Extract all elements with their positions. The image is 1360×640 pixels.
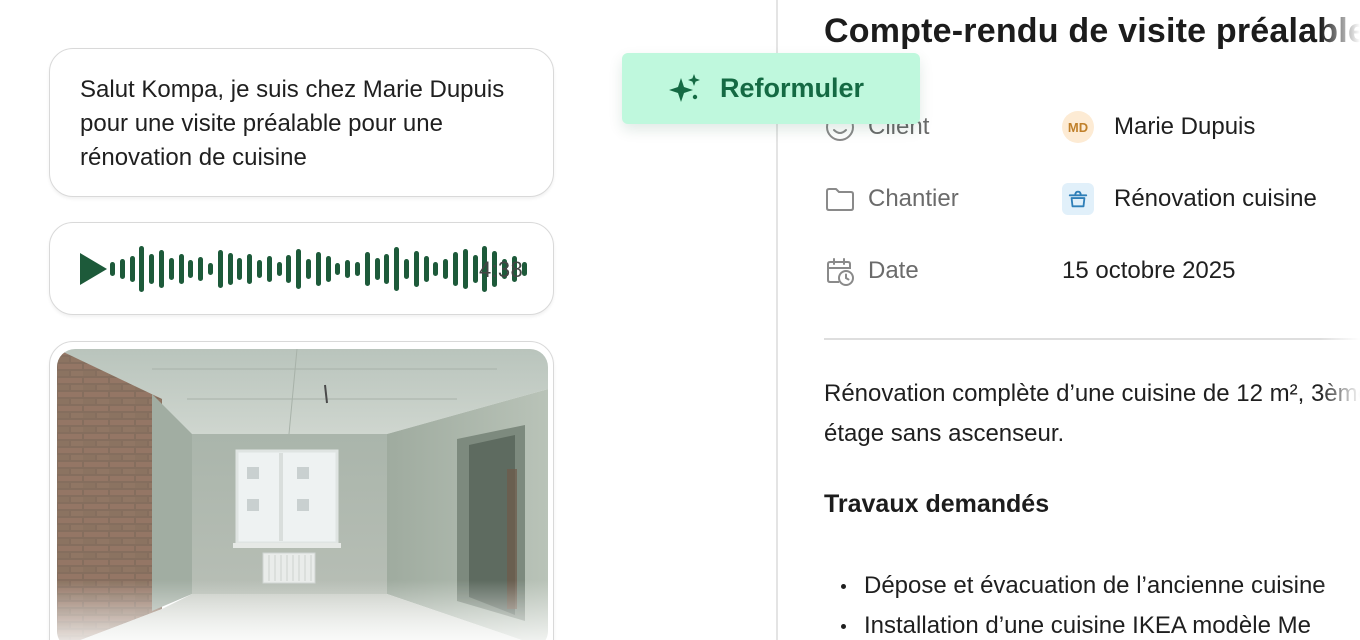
- description-text[interactable]: Rénovation complète d’une cuisine de 12 …: [824, 374, 1360, 454]
- sparkles-icon: [669, 73, 700, 102]
- waveform-bar: [315, 252, 321, 286]
- waveform-bar: [266, 256, 272, 282]
- client-name: Marie Dupuis: [1114, 113, 1256, 140]
- waveform-bar: [394, 247, 400, 291]
- room-photo[interactable]: [57, 349, 548, 640]
- waveform-bar: [335, 263, 341, 275]
- waveform-bar: [168, 258, 174, 280]
- chantier-name: Rénovation cuisine: [1114, 185, 1317, 212]
- waveform-bar: [119, 259, 125, 279]
- reformuler-button[interactable]: Reformuler: [622, 53, 920, 124]
- waveform-bar: [423, 256, 429, 282]
- waveform-bar: [345, 260, 351, 278]
- audio-duration: 4:38: [478, 257, 523, 282]
- waveform-bar: [247, 254, 253, 284]
- waveform-bar: [129, 256, 135, 282]
- list-item[interactable]: Installation d’une cuisine IKEA modèle M…: [824, 606, 1360, 640]
- waveform-bar: [472, 255, 478, 283]
- waveform-bar: [276, 262, 282, 276]
- cooking-pot-icon: [1062, 183, 1094, 215]
- chat-message-bubble: Salut Kompa, je suis chez Marie Dupuis p…: [49, 48, 554, 197]
- photo-message-bubble: [49, 341, 554, 640]
- client-value[interactable]: MD Marie Dupuis: [1062, 111, 1255, 143]
- meta-row-chantier: Chantier Rénovation cuisine: [824, 179, 1360, 219]
- waveform-bar: [178, 254, 184, 284]
- avatar: MD: [1062, 111, 1094, 143]
- waveform-bar: [227, 253, 233, 285]
- waveform-bar: [217, 250, 223, 288]
- waveform-bar: [159, 250, 164, 288]
- travaux-heading[interactable]: Travaux demandés: [824, 490, 1049, 519]
- waveform-bar: [198, 257, 204, 281]
- waveform-bar: [413, 251, 419, 287]
- reformuler-label: Reformuler: [720, 73, 865, 103]
- waveform-bar: [374, 258, 380, 280]
- audio-waveform[interactable]: [110, 237, 527, 301]
- waveform-bar: [296, 249, 302, 289]
- waveform-bar: [257, 260, 262, 278]
- waveform-bar: [404, 259, 409, 279]
- waveform-bar: [453, 252, 458, 286]
- waveform-bar: [384, 254, 390, 284]
- calendar-clock-icon: [827, 258, 854, 286]
- audio-message-bubble: 4:38: [49, 222, 554, 315]
- waveform-bar: [110, 262, 115, 276]
- waveform-bar: [355, 262, 360, 276]
- list-item[interactable]: Dépose et évacuation de l’ancienne cuisi…: [824, 566, 1360, 606]
- page: Salut Kompa, je suis chez Marie Dupuis p…: [0, 0, 1360, 640]
- waveform-bar: [286, 255, 292, 283]
- document-title[interactable]: Compte-rendu de visite préalable: [824, 12, 1360, 51]
- waveform-bar: [188, 260, 194, 278]
- chantier-value[interactable]: Rénovation cuisine: [1062, 183, 1317, 215]
- date-value[interactable]: 15 octobre 2025: [1062, 257, 1235, 285]
- waveform-bar: [433, 262, 439, 276]
- waveform-bar: [325, 256, 331, 282]
- waveform-bar: [149, 254, 155, 284]
- waveform-bar: [208, 263, 213, 275]
- travaux-list: Dépose et évacuation de l’ancienne cuisi…: [824, 566, 1360, 640]
- waveform-bar: [443, 259, 449, 279]
- waveform-bar: [306, 259, 311, 279]
- waveform-bar: [462, 249, 468, 289]
- folder-icon: [826, 188, 854, 211]
- section-divider: [824, 338, 1360, 340]
- play-icon[interactable]: [80, 253, 107, 285]
- waveform-bar: [139, 246, 145, 292]
- chat-message-text: Salut Kompa, je suis chez Marie Dupuis p…: [80, 76, 505, 171]
- meta-row-date: Date 15 octobre 2025: [824, 251, 1360, 291]
- overflow-fade: [1320, 0, 1360, 640]
- waveform-bar: [237, 258, 243, 280]
- waveform-bar: [364, 252, 370, 286]
- date-label: Date: [868, 257, 919, 284]
- chantier-label: Chantier: [868, 185, 959, 212]
